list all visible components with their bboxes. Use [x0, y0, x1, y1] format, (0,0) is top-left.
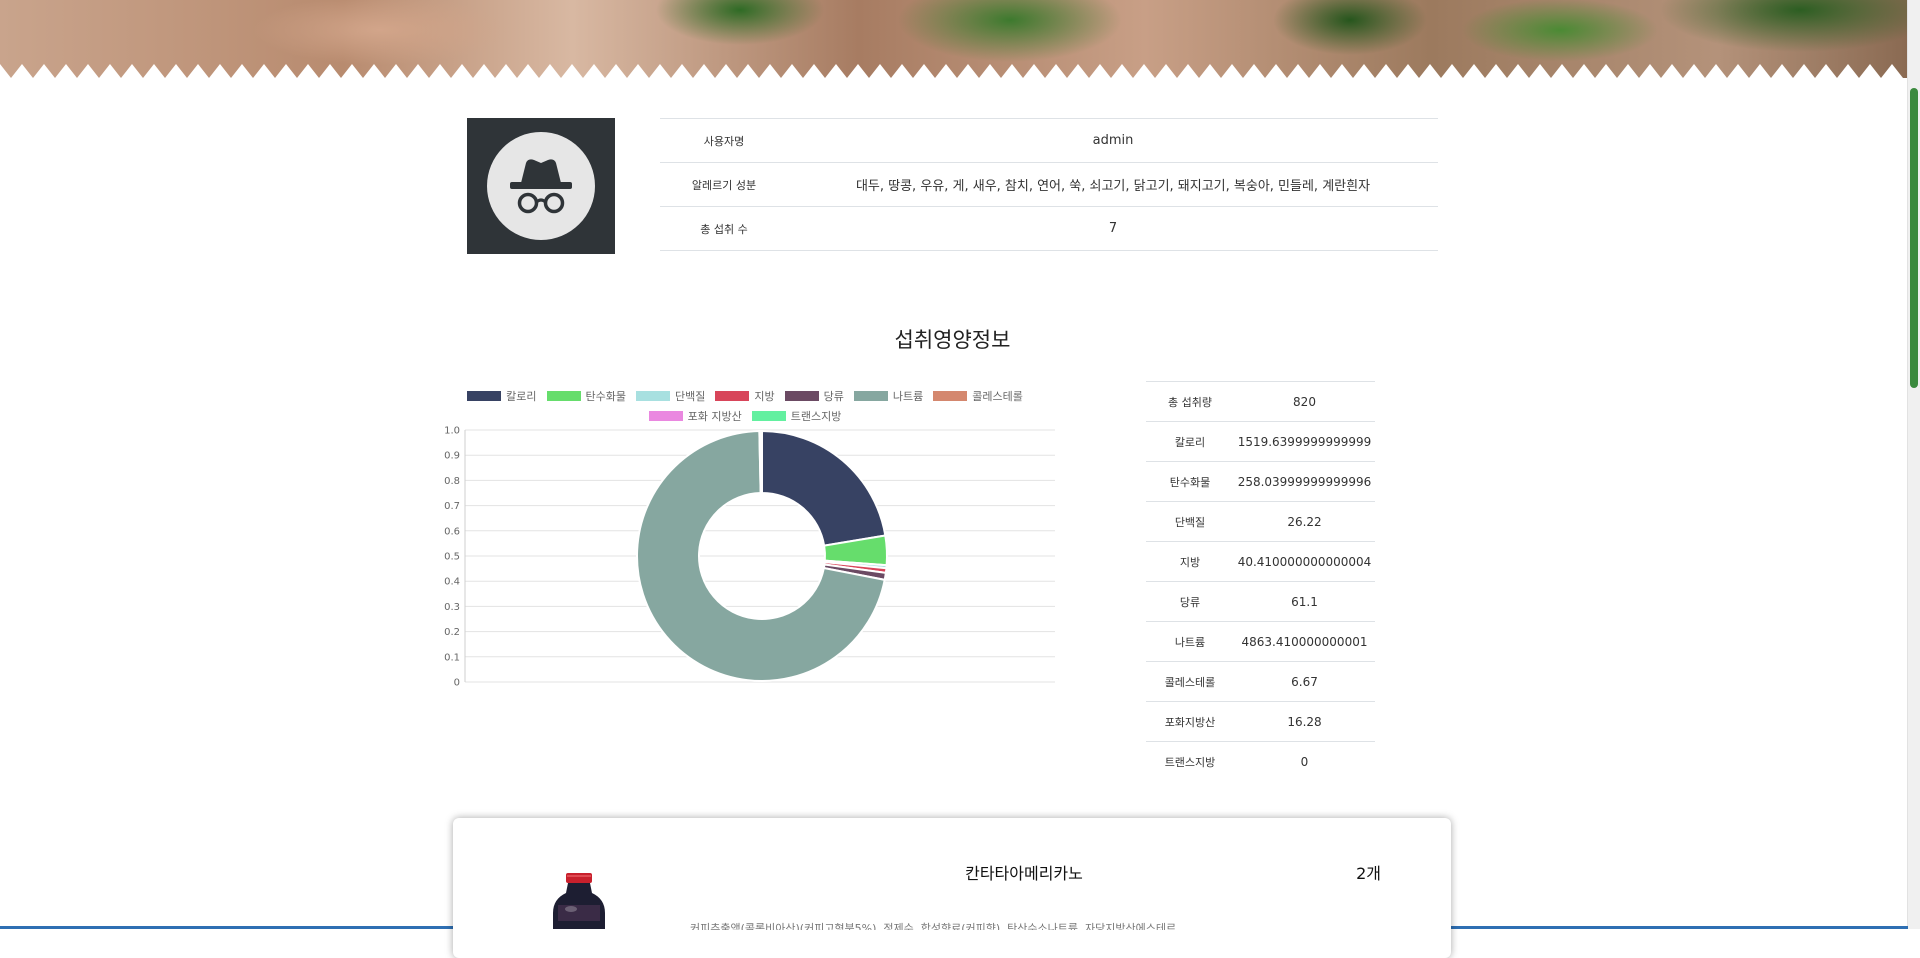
legend-swatch [467, 391, 502, 401]
nutrition-label: 나트륨 [1146, 621, 1234, 662]
incognito-icon [487, 132, 595, 240]
legend-swatch [546, 391, 581, 401]
nutrition-row: 탄수화물 258.03999999999996 [1146, 461, 1375, 502]
legend-item[interactable]: 탄수화물 [546, 388, 626, 404]
intake-count-row: 총 섭취 수 7 [660, 206, 1438, 251]
nutrition-label: 콜레스테롤 [1146, 661, 1234, 702]
nutrition-value: 26.22 [1234, 501, 1375, 542]
nutrition-label: 총 섭취량 [1146, 381, 1234, 422]
nutrition-label: 지방 [1146, 541, 1234, 582]
nutrition-doughnut-chart: 1.0 0.9 0.8 0.7 0.6 0.5 0.4 0.3 0.2 0.1 0 [444, 426, 1055, 689]
banner-zigzag-edge [0, 64, 1908, 80]
nutrition-row: 콜레스테롤 6.67 [1146, 661, 1375, 702]
nutrition-row: 포화지방산 16.28 [1146, 701, 1375, 742]
product-name: 칸타타아메리카노 [965, 864, 1083, 883]
legend-swatch [933, 391, 968, 401]
y-tick-label: 0.7 [444, 501, 460, 512]
nutrition-value: 1519.6399999999999 [1234, 421, 1375, 462]
intake-count-label: 총 섭취 수 [660, 206, 788, 251]
nutrition-value: 4863.410000000001 [1234, 621, 1375, 662]
legend-swatch [853, 391, 888, 401]
legend-item[interactable]: 단백질 [636, 388, 705, 404]
nutrition-value: 258.03999999999996 [1234, 461, 1375, 502]
avatar [467, 118, 615, 254]
scrollbar-thumb[interactable] [1910, 88, 1918, 388]
username-value: admin [788, 118, 1438, 163]
legend-swatch [784, 391, 819, 401]
legend-item[interactable]: 콜레스테롤 [933, 388, 1023, 404]
nutrition-label: 단백질 [1146, 501, 1234, 542]
allergy-row: 알레르기 성분 대두, 땅콩, 우유, 게, 새우, 참치, 연어, 쑥, 쇠고… [660, 162, 1438, 207]
doughnut-slice[interactable] [759, 429, 763, 495]
nutrition-row: 단백질 26.22 [1146, 501, 1375, 542]
page-scrollbar[interactable] [1907, 0, 1920, 929]
nutrition-value: 61.1 [1234, 581, 1375, 622]
legend-swatch [715, 391, 750, 401]
nutrition-row: 당류 61.1 [1146, 581, 1375, 622]
product-bottle-image [553, 873, 605, 929]
nutrition-row: 나트륨 4863.410000000001 [1146, 621, 1375, 662]
username-label: 사용자명 [660, 118, 788, 163]
legend-label: 지방 [754, 390, 775, 403]
legend-item[interactable]: 나트륨 [853, 388, 924, 404]
nutrition-row: 지방 40.410000000000004 [1146, 541, 1375, 582]
y-tick-label: 0.9 [444, 451, 460, 462]
y-tick-label: 0.5 [444, 552, 460, 563]
nutrition-label: 칼로리 [1146, 421, 1234, 462]
y-tick-label: 1.0 [444, 426, 460, 437]
user-info-table: 사용자명 admin 알레르기 성분 대두, 땅콩, 우유, 게, 새우, 참치… [660, 118, 1438, 251]
y-tick-label: 0.2 [444, 627, 460, 638]
nutrition-value: 0 [1234, 741, 1375, 781]
nutrition-row: 칼로리 1519.6399999999999 [1146, 421, 1375, 462]
intake-count-value: 7 [788, 206, 1438, 251]
legend-label: 나트륨 [892, 390, 924, 403]
doughnut-slice[interactable] [761, 429, 887, 547]
legend-label: 단백질 [675, 390, 706, 403]
legend-item[interactable]: 당류 [784, 388, 844, 404]
legend-label: 당류 [823, 390, 844, 403]
legend-item[interactable]: 칼로리 [467, 388, 537, 404]
nutrition-value: 820 [1234, 381, 1375, 422]
nutrition-row: 트랜스지방 0 [1146, 741, 1375, 781]
product-count: 2개 [1356, 864, 1381, 883]
username-row: 사용자명 admin [660, 118, 1438, 163]
nutrition-label: 탄수화물 [1146, 461, 1234, 502]
nutrition-label: 트랜스지방 [1146, 741, 1234, 781]
nutrition-value: 16.28 [1234, 701, 1375, 742]
y-tick-label: 0.3 [444, 602, 460, 613]
nutrition-value: 40.410000000000004 [1234, 541, 1375, 582]
legend-label: 칼로리 [506, 390, 537, 403]
legend-swatch [636, 391, 670, 401]
nutrition-value: 6.67 [1234, 661, 1375, 702]
allergy-value: 대두, 땅콩, 우유, 게, 새우, 참치, 연어, 쑥, 쇠고기, 닭고기, … [788, 162, 1438, 207]
y-tick-label: 0.6 [444, 526, 460, 537]
y-tick-label: 0.8 [444, 476, 460, 487]
allergy-label: 알레르기 성분 [660, 162, 788, 207]
nutrition-section-title: 섭취영양정보 [894, 328, 1011, 352]
nutrition-row: 총 섭취량 820 [1146, 381, 1375, 422]
y-tick-label: 0.4 [444, 577, 460, 588]
legend-label: 탄수화물 [585, 390, 626, 403]
legend-item[interactable]: 지방 [715, 388, 775, 404]
nutrition-label: 당류 [1146, 581, 1234, 622]
legend-label: 콜레스테롤 [972, 390, 1023, 403]
nutrition-label: 포화지방산 [1146, 701, 1234, 742]
nutrition-table: 총 섭취량 820 칼로리 1519.6399999999999 탄수화물 258.039… [1146, 381, 1375, 781]
y-tick-label: 0 [454, 678, 460, 689]
y-tick-label: 0.1 [444, 652, 460, 663]
